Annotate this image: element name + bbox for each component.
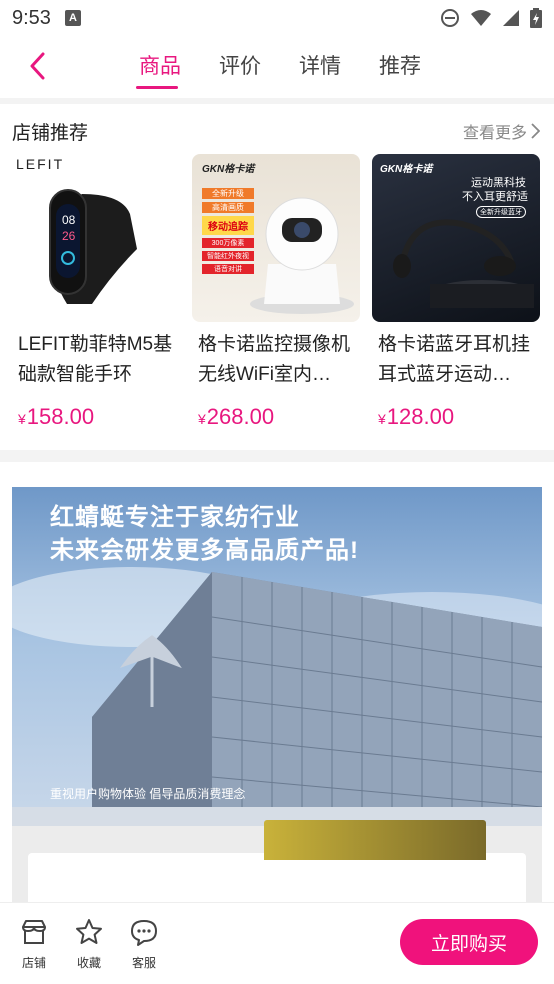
shop-recommend-section: 店铺推荐 查看更多 LEFIT 08 26 LEFIT勒菲特M5基础款智能手环 … [0, 104, 554, 450]
smart-band-image: 08 26 [49, 189, 138, 304]
product-card[interactable]: GKN格卡诺 全新升级 高清画质 移动追踪 300万像素 智能红外夜视 语音对讲 [192, 154, 360, 430]
tab-recommend[interactable]: 推荐 [360, 36, 440, 98]
product-image-band: LEFIT 08 26 [12, 154, 180, 322]
earphone-image [393, 219, 534, 308]
back-arrow-icon [30, 52, 45, 80]
wifi-icon [471, 10, 491, 26]
status-icons [440, 8, 542, 28]
tab-details[interactable]: 详情 [280, 36, 360, 98]
see-more-link[interactable]: 查看更多 [463, 119, 540, 143]
back-button[interactable] [22, 48, 52, 84]
status-bar: 9:53 A [0, 0, 554, 36]
banner-caption: 重视用户购物体验 倡导品质消费理念 [50, 787, 246, 801]
brand-banner-section: 红蜻蜓专注于家纺行业 未来会研发更多高品质产品! 重视用户购物体验 倡导品质消费… [0, 462, 554, 913]
service-label: 客服 [131, 956, 156, 970]
chat-icon [131, 920, 157, 946]
status-time: 9:53 [12, 6, 51, 29]
favorite-label: 收藏 [76, 956, 101, 970]
product-name: 格卡诺监控摄像机无线WiFi室内… [198, 334, 351, 385]
see-more-label: 查看更多 [462, 125, 527, 142]
product-card[interactable]: GKN格卡诺 运动黑科技 不入耳更舒适 全新升级蓝牙 格卡诺蓝牙耳机挂耳式蓝牙运… [372, 154, 540, 430]
favorite-button[interactable]: 收藏 [67, 917, 111, 971]
product-name: LEFIT勒菲特M5基础款智能手环 [18, 334, 173, 385]
product-name: 格卡诺蓝牙耳机挂耳式蓝牙运动… [378, 334, 531, 385]
product-card[interactable]: LEFIT 08 26 LEFIT勒菲特M5基础款智能手环 ¥158.00 [12, 154, 180, 430]
brand-banner: 红蜻蜓专注于家纺行业 未来会研发更多高品质产品! 重视用户购物体验 倡导品质消费… [12, 487, 542, 826]
shop-button[interactable]: 店铺 [12, 917, 56, 971]
svg-text:26: 26 [62, 229, 76, 243]
customer-service-button[interactable]: 客服 [122, 917, 166, 971]
do-not-disturb-icon [441, 9, 459, 27]
product-price: ¥128.00 [378, 404, 455, 429]
camera-image [250, 197, 354, 314]
signal-icon [503, 10, 519, 26]
tab-goods[interactable]: 商品 [120, 36, 200, 98]
product-image-camera: GKN格卡诺 全新升级 高清画质 移动追踪 300万像素 智能红外夜视 语音对讲 [192, 154, 360, 322]
star-icon [76, 919, 102, 944]
section-title: 店铺推荐 [12, 123, 89, 144]
header: 商品 评价 详情 推荐 [0, 36, 554, 98]
battery-icon [530, 8, 542, 28]
buy-now-button[interactable]: 立即购买 [400, 919, 538, 965]
bottom-action-bar: 店铺 收藏 客服 立即购买 [0, 902, 554, 984]
banner-headline: 红蜻蜓专注于家纺行业 未来会研发更多高品质产品! [50, 504, 359, 564]
product-price: ¥268.00 [198, 404, 275, 429]
chevron-right-icon [531, 123, 540, 139]
notification-a-icon: A [64, 10, 81, 26]
tab-reviews[interactable]: 评价 [200, 36, 280, 98]
banner-photo [264, 820, 486, 860]
tab-bar: 商品 评价 详情 推荐 [120, 36, 440, 98]
product-image-earphone: GKN格卡诺 运动黑科技 不入耳更舒适 全新升级蓝牙 [372, 154, 540, 322]
product-list: LEFIT 08 26 LEFIT勒菲特M5基础款智能手环 ¥158.00 GK… [12, 154, 540, 430]
svg-text:08: 08 [62, 213, 76, 227]
product-detail-page: 9:53 A 商品 评价 详情 推荐 店铺推荐 查看更多 LEFIT 08 26… [0, 0, 554, 984]
shop-label: 店铺 [21, 956, 46, 970]
product-price: ¥158.00 [18, 404, 95, 429]
shop-icon [22, 920, 46, 944]
